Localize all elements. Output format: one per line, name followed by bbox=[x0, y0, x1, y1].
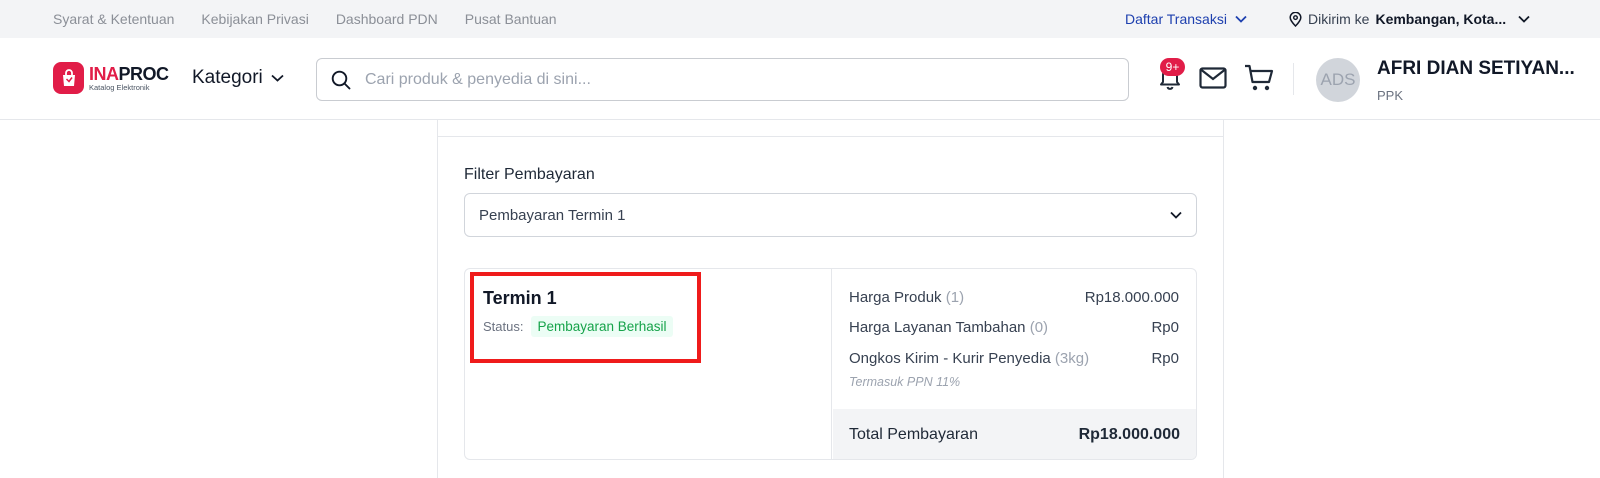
cart-icon bbox=[1245, 64, 1274, 91]
line-amount: Rp18.000.000 bbox=[1084, 289, 1179, 306]
cart-button[interactable] bbox=[1244, 64, 1274, 97]
ship-location: Kembangan, Kota... bbox=[1375, 11, 1507, 27]
status-badge: Pembayaran Berhasil bbox=[531, 316, 673, 337]
line-label: Ongkos Kirim - Kurir Penyedia bbox=[849, 350, 1051, 367]
notification-badge: 9+ bbox=[1160, 58, 1185, 76]
category-label: Kategori bbox=[192, 67, 263, 88]
line-label: Harga Layanan Tambahan bbox=[849, 319, 1026, 336]
status-label: Status: bbox=[483, 319, 524, 334]
line-qty: (0) bbox=[1029, 319, 1049, 336]
logo-wordmark: INAPROC bbox=[89, 63, 169, 84]
filter-label: Filter Pembayaran bbox=[464, 166, 595, 183]
category-menu[interactable]: Kategori bbox=[192, 67, 284, 89]
terms-link[interactable]: Syarat & Ketentuan bbox=[53, 11, 174, 27]
search-bar[interactable] bbox=[316, 58, 1129, 101]
term-info-panel: Termin 1 Status: Pembayaran Berhasil bbox=[465, 269, 832, 459]
line-amount: Rp0 bbox=[1151, 319, 1179, 336]
help-center-link[interactable]: Pusat Bantuan bbox=[465, 11, 557, 27]
location-pin-icon bbox=[1289, 11, 1302, 27]
chevron-down-icon bbox=[1170, 211, 1182, 219]
line-amount: Rp0 bbox=[1151, 350, 1179, 367]
chevron-down-icon bbox=[1235, 15, 1247, 23]
transactions-label: Daftar Transaksi bbox=[1125, 11, 1227, 27]
search-icon bbox=[331, 70, 351, 89]
inaproc-logo[interactable]: INAPROC Katalog Elektronik bbox=[53, 62, 169, 94]
chevron-down-icon bbox=[1518, 15, 1530, 23]
pdn-dashboard-link[interactable]: Dashboard PDN bbox=[336, 11, 438, 27]
price-breakdown-panel: Harga Produk (1) Rp18.000.000 Harga Laya… bbox=[833, 269, 1196, 459]
payment-card: Filter Pembayaran Pembayaran Termin 1 Te… bbox=[437, 120, 1224, 478]
total-amount: Rp18.000.000 bbox=[1078, 426, 1180, 443]
transactions-dropdown[interactable]: Daftar Transaksi bbox=[1125, 11, 1247, 27]
chevron-down-icon bbox=[271, 74, 284, 82]
search-input[interactable] bbox=[365, 70, 1085, 89]
line-qty: (1) bbox=[945, 289, 965, 306]
section-divider bbox=[438, 136, 1223, 137]
top-utility-bar: Syarat & Ketentuan Kebijakan Privasi Das… bbox=[0, 0, 1600, 38]
status-row: Status: Pembayaran Berhasil bbox=[483, 316, 673, 337]
shopping-bag-icon bbox=[53, 62, 84, 94]
user-role: PPK bbox=[1377, 88, 1404, 103]
line-qty: (3kg) bbox=[1054, 350, 1090, 367]
price-line: Harga Produk (1) Rp18.000.000 bbox=[849, 289, 1179, 306]
header-divider bbox=[1293, 63, 1294, 95]
avatar[interactable]: ADS bbox=[1316, 58, 1360, 102]
price-line: Harga Layanan Tambahan (0) Rp0 bbox=[849, 319, 1179, 336]
payment-filter-select[interactable]: Pembayaran Termin 1 bbox=[464, 193, 1197, 237]
messages-button[interactable] bbox=[1199, 67, 1227, 94]
price-line: Ongkos Kirim - Kurir Penyedia (3kg) Rp0 bbox=[849, 350, 1179, 367]
payment-term-box: Termin 1 Status: Pembayaran Berhasil Har… bbox=[464, 268, 1197, 460]
shipping-location[interactable]: Dikirim ke Kembangan, Kota... bbox=[1289, 11, 1530, 27]
term-title: Termin 1 bbox=[483, 288, 557, 308]
line-label: Harga Produk bbox=[849, 289, 942, 306]
main-header: INAPROC Katalog Elektronik Kategori 9+ A… bbox=[0, 38, 1600, 120]
filter-selected-value: Pembayaran Termin 1 bbox=[479, 206, 626, 224]
top-links: Syarat & Ketentuan Kebijakan Privasi Das… bbox=[53, 11, 557, 27]
user-name[interactable]: AFRI DIAN SETIYAN... bbox=[1377, 58, 1575, 80]
ppn-note: Termasuk PPN 11% bbox=[849, 375, 961, 389]
logo-subtitle: Katalog Elektronik bbox=[89, 82, 150, 92]
privacy-link[interactable]: Kebijakan Privasi bbox=[201, 11, 308, 27]
ship-prefix: Dikirim ke bbox=[1308, 11, 1370, 27]
total-row: Total Pembayaran Rp18.000.000 bbox=[833, 409, 1196, 459]
mail-icon bbox=[1199, 67, 1227, 89]
total-label: Total Pembayaran bbox=[849, 426, 978, 443]
